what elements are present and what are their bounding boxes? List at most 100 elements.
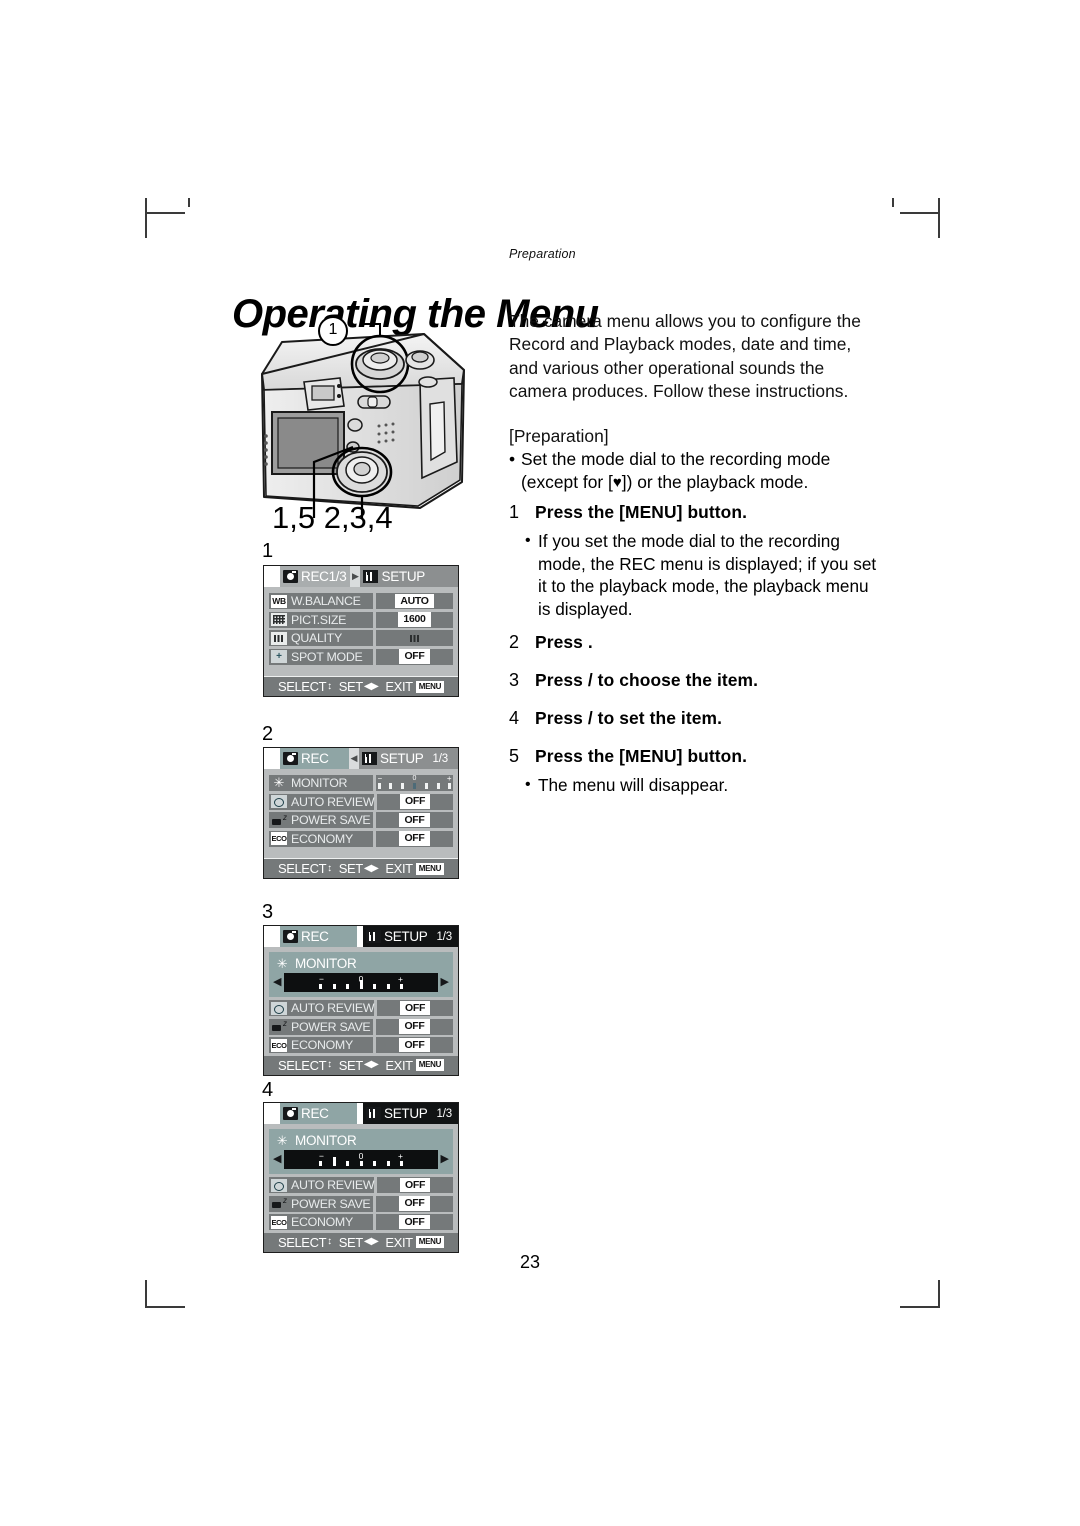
menu-row-spotmode[interactable]: + SPOT MODE OFF (269, 648, 453, 665)
monitor-adjust-panel[interactable]: ✳ MONITOR ◀ − 0 + ▶ (269, 952, 453, 997)
menu-row-wbalance[interactable]: WB W.BALANCE AUTO (269, 593, 453, 609)
monitor-tick (386, 1161, 390, 1166)
menu-row-powersave[interactable]: POWER SAVE OFF (269, 1018, 453, 1035)
auto-review-icon (271, 1178, 287, 1192)
monitor-adjust-panel[interactable]: ✳ MONITOR ◀ − 0 + ▶ (269, 1129, 453, 1174)
setup-tools-icon (362, 752, 377, 765)
setup-tools-icon (363, 570, 379, 583)
row-value-cell[interactable]: OFF (376, 1214, 453, 1230)
menu-button-badge: MENU (415, 1236, 445, 1248)
tab-setup-label: SETUP (381, 569, 425, 584)
menu-row-autoreview[interactable]: AUTO REVIEW OFF (269, 1177, 453, 1193)
monitor-track[interactable]: ◀ − 0 + ▶ (273, 1150, 449, 1169)
footer-set-label: SET (338, 1234, 363, 1250)
camera-icon (283, 752, 298, 765)
footer-set-label: SET (338, 1057, 363, 1073)
chevron-right-icon: ▶ (352, 571, 359, 581)
tab-rec[interactable]: REC (280, 926, 357, 947)
menu-row-monitor[interactable]: ✳ MONITOR − 0 + (269, 775, 453, 791)
bullet-dot: • (509, 449, 516, 470)
menu-row-powersave[interactable]: POWER SAVE OFF (269, 1195, 453, 1212)
step-4-text: Press / to set the item. (535, 708, 722, 728)
row-value: OFF (400, 1000, 431, 1016)
monitor-slider[interactable]: − 0 + (376, 775, 453, 791)
tab-setup[interactable]: SETUP 1/3 (363, 1103, 458, 1124)
lcd-index-4: 4 (262, 1079, 274, 1101)
row-name: AUTO REVIEW (291, 1001, 375, 1015)
lcd-2-body: ✳ MONITOR − 0 + AUTO REVIEW OFF z POWER … (264, 769, 458, 878)
power-save-icon (271, 1019, 287, 1033)
economy-icon: ECO (271, 1038, 287, 1052)
row-name: POWER SAVE (291, 1196, 371, 1211)
wb-icon: WB (271, 594, 287, 608)
row-value-cell[interactable]: OFF (376, 648, 453, 665)
monitor-tick (359, 1161, 363, 1166)
row-label: AUTO REVIEW (269, 1177, 375, 1193)
footer-exit-label: EXIT (385, 679, 413, 694)
row-label: ECO ECONOMY (269, 830, 373, 847)
tab-setup[interactable]: SETUP (360, 566, 429, 587)
step-5-note: • The menu will disappear. (525, 774, 879, 797)
row-value-cell[interactable] (376, 630, 453, 646)
menu-row-economy[interactable]: ECO ECONOMY OFF (269, 830, 453, 847)
row-value: OFF (399, 649, 430, 664)
left-right-arrow-icon: ◀▶ (363, 1236, 379, 1247)
menu-button-badge: MENU (415, 1059, 445, 1071)
right-arrow-icon[interactable]: ▶ (441, 977, 449, 988)
slider-tick (401, 783, 405, 789)
tab-setup[interactable]: SETUP 1/3 (363, 926, 458, 947)
header-left-pad (264, 926, 280, 947)
up-down-arrow-icon: ↕ (327, 680, 332, 692)
tab-rec[interactable]: REC (280, 748, 349, 769)
menu-row-quality[interactable]: QUALITY (269, 630, 453, 646)
lcd-3-body: ✳ MONITOR ◀ − 0 + ▶ AUTO REVIEW OFF z PO… (264, 947, 458, 1075)
row-label: POWER SAVE (269, 812, 373, 828)
row-value-cell[interactable]: OFF (376, 1037, 453, 1053)
row-value-cell[interactable]: 1600 (376, 611, 453, 628)
row-value-cell[interactable]: OFF (377, 1000, 453, 1016)
crop-tick-top-left (188, 198, 190, 207)
menu-row-autoreview[interactable]: AUTO REVIEW OFF (269, 1000, 453, 1016)
row-value-cell[interactable]: OFF (377, 793, 453, 810)
header-left-pad (264, 1103, 280, 1124)
except-for-suffix: ]) or the playback mode. (621, 472, 809, 493)
tab-separator-arrow-left: ◀ (349, 748, 359, 769)
row-value: OFF (399, 1019, 430, 1034)
row-name: AUTO REVIEW (291, 1178, 375, 1192)
left-arrow-icon[interactable]: ◀ (273, 1154, 281, 1165)
row-value-cell[interactable]: AUTO (376, 593, 453, 609)
footer-exit: EXIT MENU (385, 1058, 445, 1073)
menu-row-economy[interactable]: ECO ECONOMY OFF (269, 1214, 453, 1230)
right-arrow-icon[interactable]: ▶ (441, 1154, 449, 1165)
row-value-cell[interactable]: OFF (376, 812, 453, 828)
tab-setup[interactable]: SETUP 1/3 (359, 748, 452, 769)
menu-row-powersave[interactable]: POWER SAVE OFF (269, 812, 453, 828)
tab-setup-label: SETUP (380, 751, 424, 766)
row-label: POWER SAVE (269, 1195, 373, 1212)
row-value-cell[interactable]: OFF (376, 830, 453, 847)
lcd-1-footer: SELECT ↕ SET ◀▶ EXIT MENU (264, 676, 458, 696)
row-value-cell[interactable]: OFF (376, 1195, 453, 1212)
footer-select: SELECT ↕ (278, 1058, 332, 1073)
lcd-2-header: REC ◀ SETUP 1/3 (264, 748, 458, 769)
monitor-track[interactable]: ◀ − 0 + ▶ (273, 973, 449, 992)
row-label: ECO ECONOMY (269, 1037, 373, 1053)
slider-tick (424, 783, 428, 789)
row-value-cell[interactable]: OFF (377, 1177, 453, 1193)
left-right-arrow-icon: ◀▶ (363, 680, 379, 692)
footer-set: SET ◀▶ (339, 1058, 379, 1073)
tab-rec[interactable]: REC (280, 1103, 357, 1124)
footer-select-label: SELECT (277, 1234, 327, 1250)
button-reference-labels: 1,5 2,3,4 (272, 500, 393, 535)
row-name: POWER SAVE (291, 813, 371, 827)
menu-row-autoreview[interactable]: AUTO REVIEW OFF (269, 793, 453, 810)
row-value-cell[interactable]: OFF (376, 1018, 453, 1035)
footer-set-label: SET (338, 679, 363, 694)
menu-button-badge: MENU (415, 680, 445, 693)
row-label: WB W.BALANCE (269, 593, 373, 609)
tab-rec[interactable]: REC1/3 (280, 566, 351, 587)
menu-row-pictsize[interactable]: PICT.SIZE 1600 (269, 611, 453, 628)
left-arrow-icon[interactable]: ◀ (273, 977, 281, 988)
menu-row-economy[interactable]: ECO ECONOMY OFF (269, 1037, 453, 1053)
running-head: Preparation (509, 247, 576, 261)
